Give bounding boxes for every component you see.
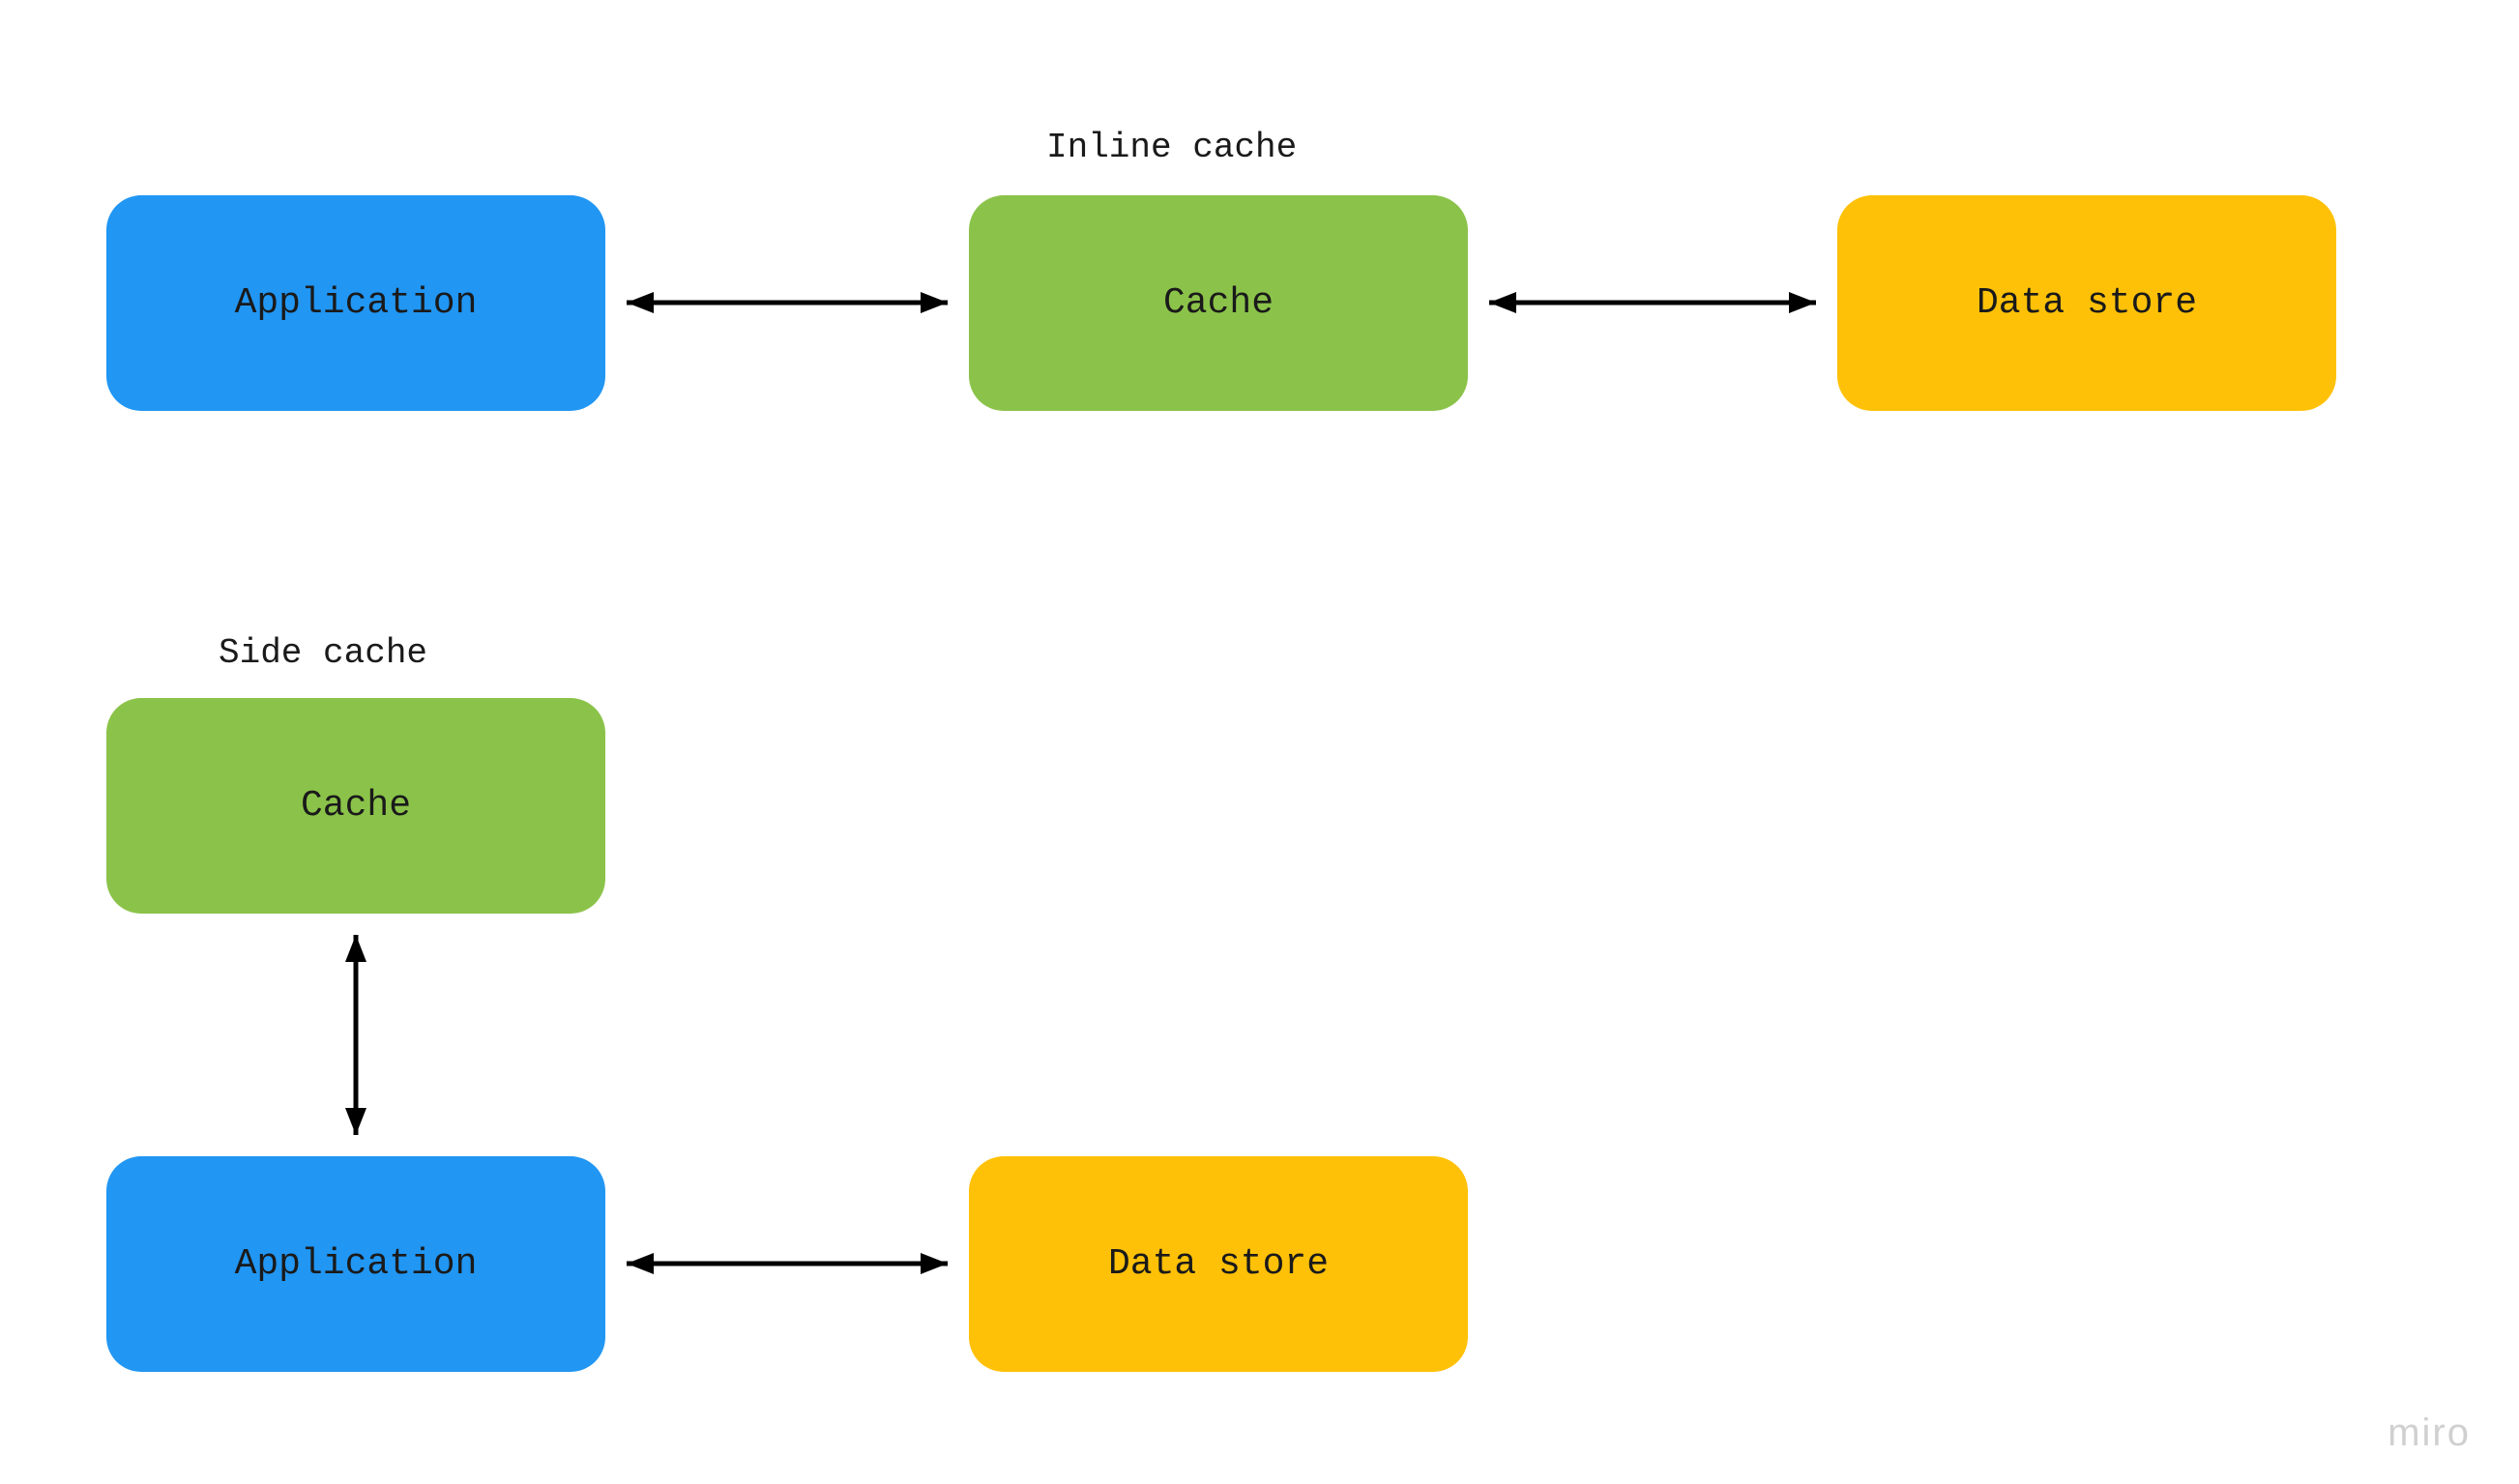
diagram-canvas: Inline cache Application Cache Data stor… [0, 0, 2519, 1484]
inline-application-label: Application [235, 282, 478, 324]
inline-cache-node[interactable]: Cache [969, 195, 1468, 411]
miro-watermark: miro [2387, 1411, 2471, 1455]
side-cache-title: Side cache [219, 633, 427, 673]
arrow-side-cache-app [345, 935, 366, 1135]
arrow-inline-app-cache [627, 292, 948, 313]
inline-cache-title: Inline cache [1046, 128, 1297, 167]
side-datastore-node[interactable]: Data store [969, 1156, 1468, 1372]
inline-datastore-node[interactable]: Data store [1837, 195, 2336, 411]
side-application-label: Application [235, 1243, 478, 1285]
inline-application-node[interactable]: Application [106, 195, 605, 411]
arrow-inline-cache-datastore [1489, 292, 1816, 313]
side-cache-label: Cache [301, 785, 411, 827]
side-application-node[interactable]: Application [106, 1156, 605, 1372]
side-cache-node[interactable]: Cache [106, 698, 605, 914]
side-datastore-label: Data store [1108, 1243, 1329, 1285]
inline-cache-label: Cache [1163, 282, 1274, 324]
inline-datastore-label: Data store [1977, 282, 2197, 324]
arrow-side-app-datastore [627, 1253, 948, 1274]
